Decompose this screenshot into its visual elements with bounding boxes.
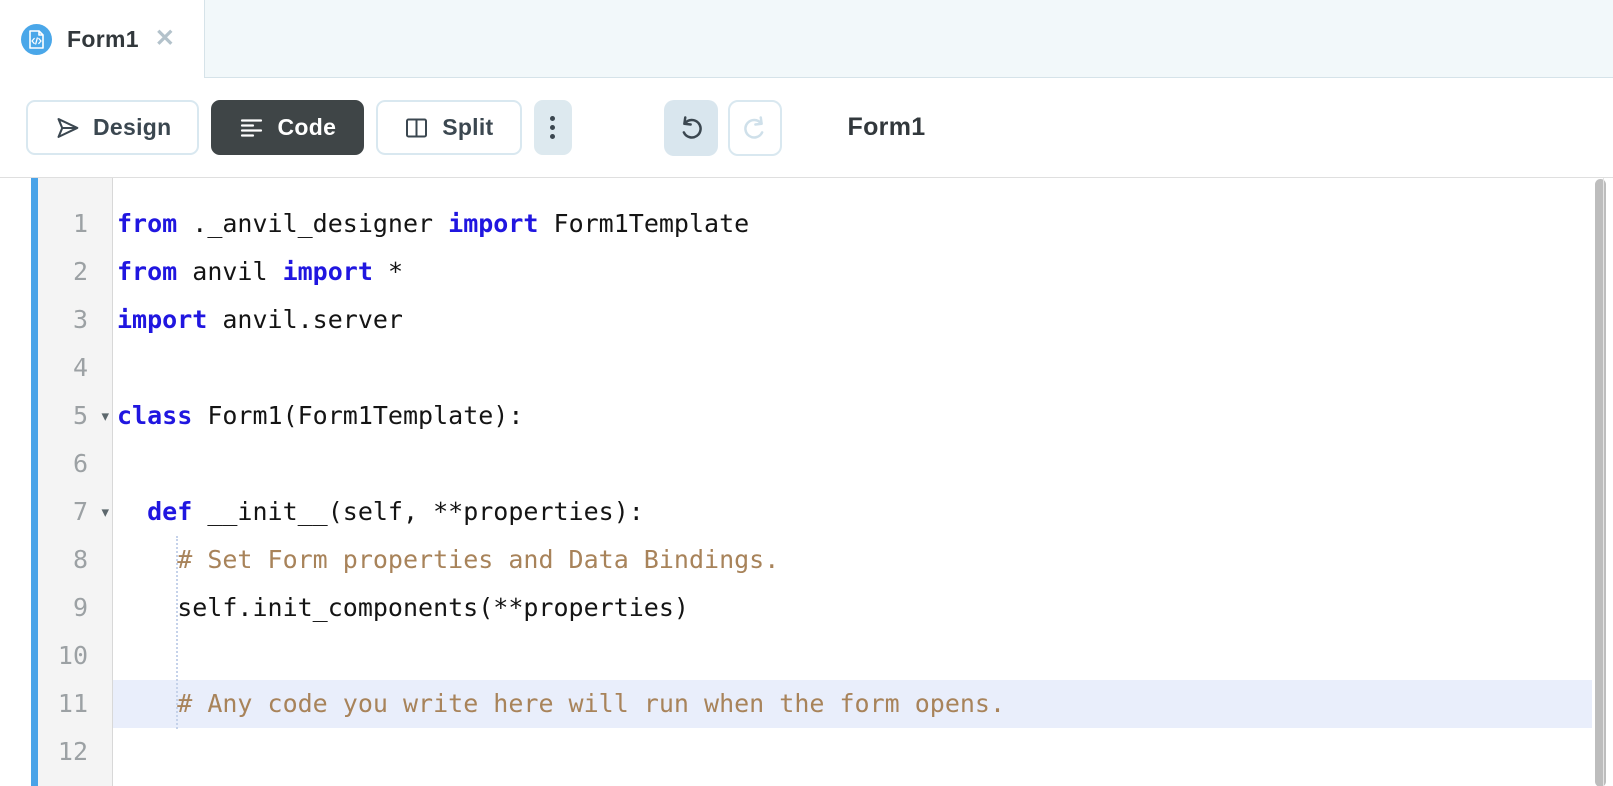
gutter-row: 7 ▾: [38, 488, 112, 536]
split-button-label: Split: [442, 114, 494, 140]
code-editor: 1 2 3 4 5 ▾ 6 7 ▾ 8 9 10 11 12 from ._anvil_designer …: [0, 177, 1613, 786]
more-options-button[interactable]: [533, 100, 572, 155]
line-number: 3: [72, 305, 88, 334]
gutter-row: 4: [38, 344, 112, 392]
token-text: Form1Template: [538, 209, 750, 238]
fold-arrow-icon[interactable]: ▾: [101, 488, 109, 536]
code-line[interactable]: class Form1(Form1Template):: [113, 392, 1592, 440]
token-keyword: class: [117, 401, 193, 430]
tab-bar: Form1 ✕: [0, 0, 1613, 78]
code-line[interactable]: def __init__(self, **properties):: [113, 488, 1592, 536]
undo-icon: [676, 113, 706, 143]
token-keyword: import: [448, 209, 539, 238]
token-comment: # Any code you write here will run when …: [177, 689, 1006, 718]
split-button[interactable]: Split: [376, 100, 522, 155]
token-text: self.init_components(**properties): [117, 593, 689, 622]
gutter-row: 12: [38, 728, 112, 776]
code-line[interactable]: import anvil.server: [113, 296, 1592, 344]
line-number: 9: [72, 593, 88, 622]
design-button[interactable]: Design: [26, 100, 200, 155]
gutter-row: 11: [38, 680, 112, 728]
line-number: 7: [72, 497, 88, 526]
line-number: 12: [57, 737, 88, 766]
design-button-label: Design: [93, 114, 172, 140]
token-text: __init__(self, **properties):: [192, 497, 644, 526]
token-text: anvil.server: [207, 305, 403, 334]
line-number: 6: [72, 449, 88, 478]
gutter-row: 10: [38, 632, 112, 680]
line-number: 11: [57, 689, 88, 718]
line-number: 10: [57, 641, 88, 670]
code-area[interactable]: from ._anvil_designer import Form1Templa…: [113, 178, 1592, 786]
gutter-row: 3: [38, 296, 112, 344]
code-line[interactable]: [113, 728, 1592, 776]
token-keyword: import: [117, 305, 208, 334]
token-keyword: from: [117, 257, 178, 286]
editor-accent-bar: [31, 178, 38, 786]
paper-plane-icon: [54, 115, 80, 141]
code-line[interactable]: from anvil import *: [113, 248, 1592, 296]
gutter-row: 6: [38, 440, 112, 488]
token-text: anvil: [177, 257, 283, 286]
tab-label: Form1: [67, 25, 139, 52]
fold-arrow-icon[interactable]: ▾: [101, 392, 109, 440]
line-number: 1: [72, 209, 88, 238]
code-button[interactable]: Code: [211, 100, 365, 155]
undo-button[interactable]: [663, 99, 718, 156]
token-keyword: def: [147, 497, 193, 526]
token-text: Form1(Form1Template):: [192, 401, 524, 430]
gutter: 1 2 3 4 5 ▾ 6 7 ▾ 8 9 10 11 12: [38, 178, 113, 786]
view-toolbar: Design Code Split Form1: [0, 78, 1613, 177]
line-number: 4: [72, 353, 88, 382]
tab-strip-empty-area: [204, 0, 1613, 78]
gutter-row: 5 ▾: [38, 392, 112, 440]
close-icon[interactable]: ✕: [155, 27, 175, 51]
code-line[interactable]: [113, 632, 1592, 680]
form-code-file-icon: [21, 23, 52, 55]
kebab-menu-icon: [550, 116, 556, 139]
gutter-row: 8: [38, 536, 112, 584]
token-keyword: from: [117, 209, 178, 238]
code-line[interactable]: [113, 440, 1592, 488]
code-line[interactable]: self.init_components(**properties): [113, 584, 1592, 632]
redo-button[interactable]: [727, 99, 782, 156]
code-button-label: Code: [277, 114, 337, 140]
token-text: ._anvil_designer: [177, 209, 449, 238]
code-line[interactable]: [113, 344, 1592, 392]
line-number: 2: [72, 257, 88, 286]
code-line[interactable]: # Set Form properties and Data Bindings.: [113, 536, 1592, 584]
line-number: 5: [72, 401, 88, 430]
gutter-row: 2: [38, 248, 112, 296]
code-line[interactable]: # Any code you write here will run when …: [113, 680, 1592, 728]
code-line[interactable]: from ._anvil_designer import Form1Templa…: [113, 200, 1592, 248]
form-title: Form1: [847, 113, 926, 141]
scrollbar-thumb[interactable]: [1595, 179, 1606, 786]
line-number: 8: [72, 545, 88, 574]
tab-form1[interactable]: Form1 ✕: [0, 0, 204, 78]
gutter-row: 9: [38, 584, 112, 632]
split-pane-icon: [404, 116, 429, 140]
scrollbar-track[interactable]: [1592, 178, 1613, 786]
align-left-icon: [239, 116, 264, 140]
gutter-row: 1: [38, 200, 112, 248]
token-text: *: [372, 257, 403, 286]
token-comment: # Set Form properties and Data Bindings.: [177, 545, 780, 574]
redo-icon: [740, 113, 770, 143]
token-keyword: import: [282, 257, 373, 286]
